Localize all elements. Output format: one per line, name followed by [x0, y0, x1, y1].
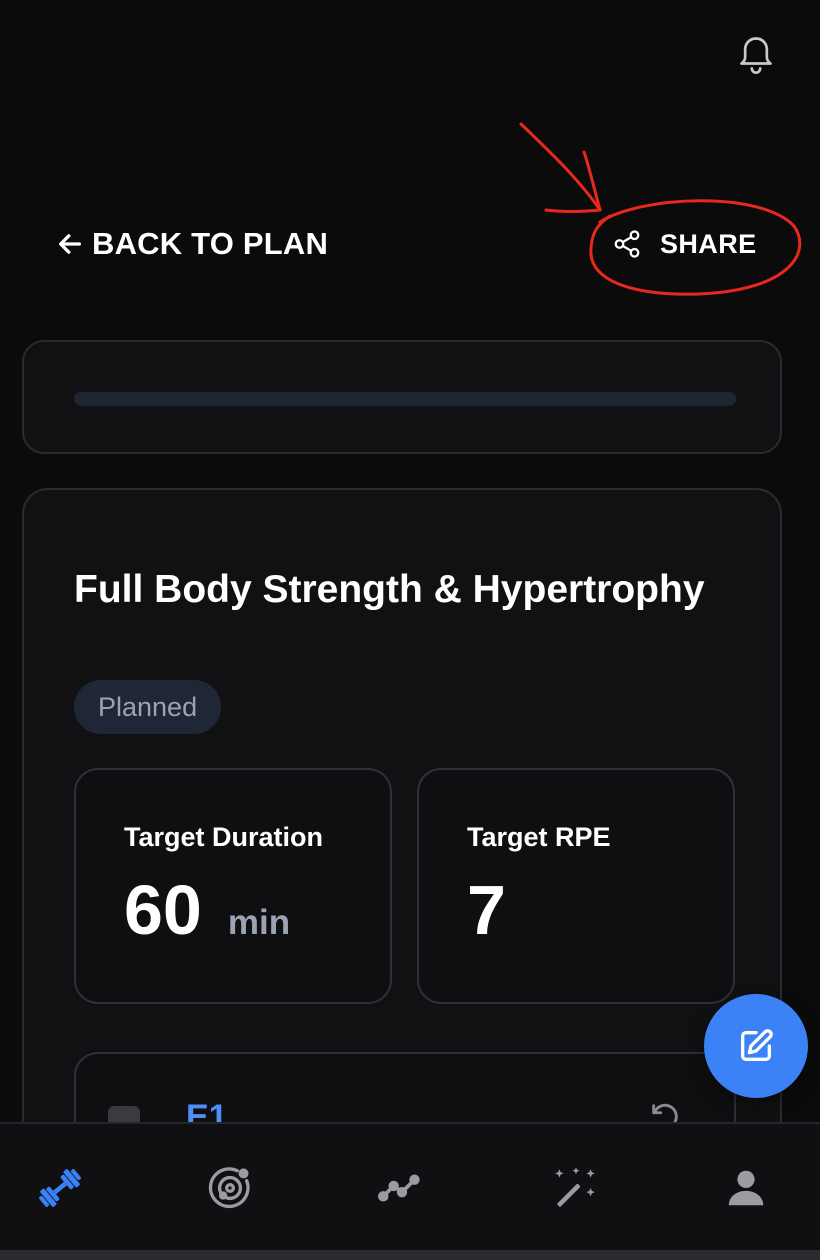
target-duration-value: 60	[124, 871, 202, 949]
edit-icon	[741, 1029, 773, 1061]
share-label: SHARE	[660, 228, 757, 259]
target-duration-value-row: 60 min	[124, 870, 290, 950]
dumbbell-icon	[38, 1168, 82, 1208]
target-rpe-label: Target RPE	[467, 822, 611, 852]
annotation-overlay	[519, 122, 802, 296]
share-icon	[614, 230, 640, 258]
bell-icon	[740, 37, 772, 74]
nav-workouts[interactable]	[20, 1150, 100, 1226]
progress-card	[22, 340, 782, 454]
user-icon	[728, 1170, 764, 1206]
nav-progress[interactable]	[362, 1150, 442, 1226]
target-duration-card: Target Duration 60 min	[74, 768, 392, 1004]
workout-title: Full Body Strength & Hypertrophy	[74, 568, 705, 611]
target-rpe-value: 7	[467, 871, 506, 949]
trend-line-icon	[378, 1174, 420, 1202]
back-to-plan-link[interactable]: BACK TO PLAN	[56, 222, 328, 266]
status-badge: Planned	[74, 680, 222, 734]
target-rpe-card: Target RPE 7	[417, 768, 735, 1004]
notifications-button[interactable]	[732, 30, 780, 82]
edit-fab-button[interactable]	[704, 994, 808, 1098]
back-to-plan-label: BACK TO PLAN	[92, 226, 329, 261]
target-duration-unit: min	[227, 903, 291, 942]
arrow-left-icon	[59, 234, 81, 254]
share-button[interactable]: SHARE	[612, 222, 757, 266]
nav-generate[interactable]	[536, 1150, 616, 1226]
target-rpe-value-row: 7	[467, 870, 506, 950]
annotation-arrow-head-2	[544, 208, 602, 213]
orbit-icon	[208, 1167, 250, 1209]
workout-card: Full Body Strength & Hypertrophy Planned…	[22, 488, 782, 1192]
nav-explore[interactable]	[190, 1150, 270, 1226]
magic-wand-icon	[555, 1167, 595, 1207]
progress-bar	[74, 392, 736, 406]
bottom-nav	[0, 1122, 820, 1250]
nav-profile[interactable]	[706, 1150, 786, 1226]
annotation-arrow	[519, 122, 602, 212]
target-duration-label: Target Duration	[124, 822, 324, 852]
home-indicator	[0, 1250, 820, 1260]
annotation-arrow-head-1	[582, 150, 602, 212]
